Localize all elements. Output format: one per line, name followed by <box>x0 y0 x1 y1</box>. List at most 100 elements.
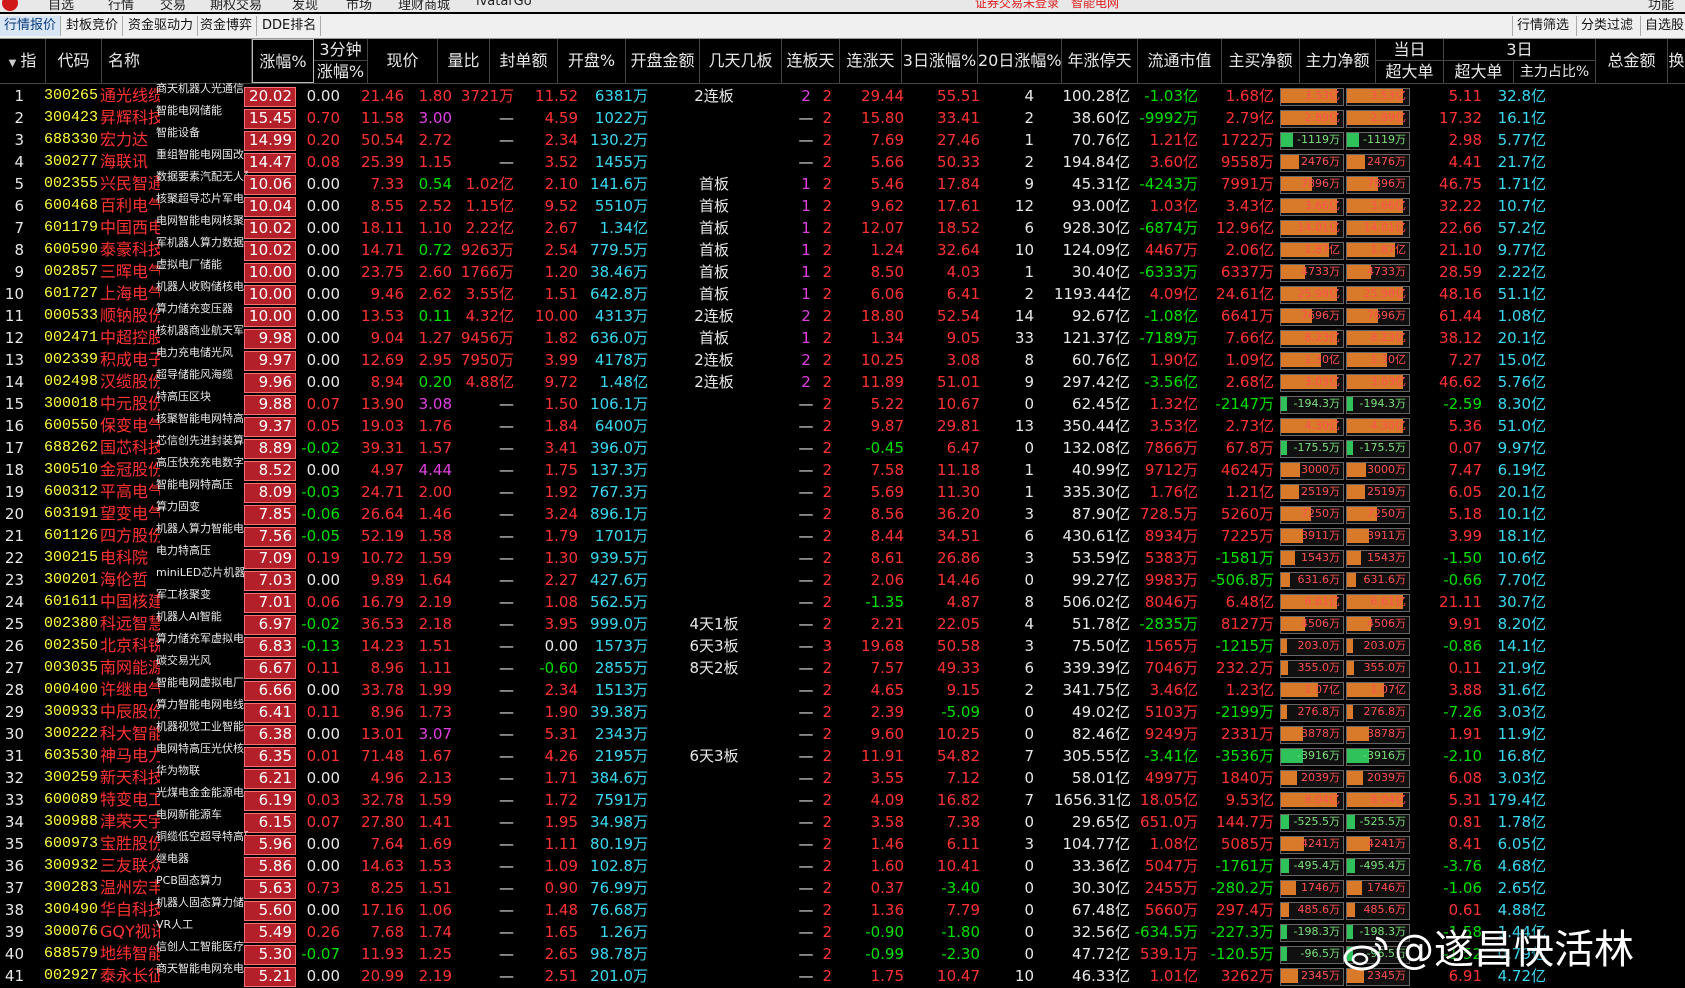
table-row[interactable]: 21 601126 四方股份 机器人算力智能电 7.56 -0.05 52.19 1.58 — 1… <box>0 522 1685 547</box>
stock-code[interactable]: 603191 <box>44 503 102 525</box>
header-3day-main-ratio[interactable]: 主力占比% <box>1514 61 1596 83</box>
stock-name[interactable]: 神马电力 <box>100 745 160 767</box>
stock-name[interactable]: 金冠股份 <box>100 459 160 481</box>
stock-code[interactable]: 601611 <box>44 591 102 613</box>
menu-item-zixuan[interactable]: 自选 <box>48 0 74 12</box>
tab-limit-bid[interactable]: 封板竞价 <box>62 16 124 36</box>
stock-code[interactable]: 300490 <box>44 899 102 921</box>
stock-code[interactable]: 688330 <box>44 129 102 151</box>
stock-name[interactable]: 中国西电 <box>100 217 160 239</box>
stock-name[interactable]: 国芯科技 <box>100 437 160 459</box>
table-row[interactable]: 34 300988 津荣天宇 电网新能源车 6.15 0.07 27.80 1.41 — 1.95… <box>0 808 1685 833</box>
table-row[interactable]: 18 300510 金冠股份 高压快充充电数字 8.52 0.00 4.97 4.44 — 1.7… <box>0 456 1685 481</box>
header-code[interactable]: 代码 <box>46 39 102 83</box>
stock-code[interactable]: 003035 <box>44 657 102 679</box>
table-row[interactable]: 10 601727 上海电气 机器人收购储核电 10.00 0.00 9.46 2.62 3.5… <box>0 280 1685 305</box>
stock-name[interactable]: 昇辉科技 <box>100 107 160 129</box>
menu-item-jiaoyi[interactable]: 交易 <box>160 0 186 12</box>
table-row[interactable]: 16 600550 保变电气 核聚智能电网特高 9.37 0.05 19.03 1.76 — 1.… <box>0 412 1685 437</box>
stock-code[interactable]: 300988 <box>44 811 102 833</box>
stock-code[interactable]: 002350 <box>44 635 102 657</box>
stock-name[interactable]: 电科院 <box>100 547 160 569</box>
table-row[interactable]: 31 603530 神马电力 电网特高压光伏核 6.35 0.01 71.48 1.67 — 4.… <box>0 742 1685 767</box>
stock-name[interactable]: 顺钠股份 <box>100 305 160 327</box>
stock-name[interactable]: GQY视讯 <box>100 921 160 943</box>
menu-item-discover[interactable]: 发现 <box>292 0 318 12</box>
stock-code[interactable]: 002471 <box>44 327 102 349</box>
stock-code[interactable]: 300076 <box>44 921 102 943</box>
table-row[interactable]: 12 002471 中超控股 核机器商业航天军 9.98 0.00 9.04 1.27 9456… <box>0 324 1685 349</box>
header-open-amount[interactable]: 开盘金额 <box>626 39 700 83</box>
stock-name[interactable]: 中辰股份 <box>100 701 160 723</box>
stock-name[interactable]: 海联讯 <box>100 151 160 173</box>
table-row[interactable]: 23 300201 海伦哲 miniLED芯片机器人 7.03 0.00 9.89 1.64 —… <box>0 566 1685 591</box>
stock-name[interactable]: 新天科技 <box>100 767 160 789</box>
header-seal-amount[interactable]: 封单额 <box>490 39 558 83</box>
stock-name[interactable]: 海伦哲 <box>100 569 160 591</box>
menu-item-hangqing[interactable]: 行情 <box>108 0 134 12</box>
stock-name[interactable]: 中超控股 <box>100 327 160 349</box>
stock-name[interactable]: 保变电气 <box>100 415 160 437</box>
stock-code[interactable]: 601727 <box>44 283 102 305</box>
stock-name[interactable]: 三友联众 <box>100 855 160 877</box>
table-row[interactable]: 33 600089 特变电工 光煤电金金能源电 6.19 0.03 32.78 1.59 — 1.… <box>0 786 1685 811</box>
header-days-boards[interactable]: 几天几板 <box>700 39 782 83</box>
header-3day-superlarge[interactable]: 超大单 <box>1444 61 1514 83</box>
tab-quotes[interactable]: 行情报价 <box>0 16 62 36</box>
header-year-limit-days[interactable]: 年涨停天 <box>1062 39 1138 83</box>
stock-name[interactable]: 四方股份 <box>100 525 160 547</box>
table-row[interactable]: 4 300277 海联讯 重组智能电网国改 14.47 0.08 25.39 1.15 — 3.5… <box>0 148 1685 173</box>
header-price[interactable]: 现价 <box>368 39 438 83</box>
table-row[interactable]: 19 600312 平高电气 智能电网特高压 8.09 -0.03 24.71 2.00 — 1.… <box>0 478 1685 503</box>
stock-name[interactable]: 泰豪科技 <box>100 239 160 261</box>
stock-code[interactable]: 002857 <box>44 261 102 283</box>
stock-name[interactable]: 科远智慧 <box>100 613 160 635</box>
stock-code[interactable]: 600550 <box>44 415 102 437</box>
table-row[interactable]: 9 002857 三晖电气 虚拟电厂储能 10.00 0.00 23.75 2.60 1766万… <box>0 258 1685 283</box>
stock-code[interactable]: 300933 <box>44 701 102 723</box>
header-consecutive-up[interactable]: 连涨天 <box>840 39 902 83</box>
table-row[interactable]: 22 300215 电科院 电力特高压 7.09 0.19 10.72 1.59 — 1.30 93… <box>0 544 1685 569</box>
stock-name[interactable]: 津荣天宇 <box>100 811 160 833</box>
header-consecutive-limit[interactable]: 连板天 <box>782 39 840 83</box>
header-change-pct[interactable]: 涨幅% <box>252 39 314 83</box>
table-row[interactable]: 5 002355兴民智通数据要素汽配无人驾驶10.06 0.00 7.33 0.54 1.… <box>0 170 1685 195</box>
menu-item-ivatargo[interactable]: ivatarGo <box>476 0 532 9</box>
stock-code[interactable]: 002380 <box>44 613 102 635</box>
stock-name[interactable]: 望变电气 <box>100 503 160 525</box>
menu-item-wealth-mall[interactable]: 理财商城 <box>398 0 450 12</box>
stock-code[interactable]: 601179 <box>44 217 102 239</box>
stock-code[interactable]: 601126 <box>44 525 102 547</box>
table-row[interactable]: 30 300222 科大智能 机器视觉工业智能 6.38 0.00 13.01 3.07 — 5.… <box>0 720 1685 745</box>
header-3day-change[interactable]: 3日涨幅% <box>902 39 978 83</box>
table-row[interactable]: 17 688262 国芯科技 芯信创先进封装算 8.89 -0.02 39.31 1.57 — 3… <box>0 434 1685 459</box>
watchlist-button[interactable]: 自选股 <box>1640 16 1685 36</box>
stock-code[interactable]: 300018 <box>44 393 102 415</box>
stock-name[interactable]: 三晖电气 <box>100 261 160 283</box>
table-row[interactable]: 13 002339 积成电子 电力充电储光风 9.97 0.00 12.69 2.95 7950… <box>0 346 1685 371</box>
table-row[interactable]: 3 688330 宏力达 智能设备 14.99 0.20 50.54 2.72 — 2.34 130… <box>0 126 1685 151</box>
stock-code[interactable]: 600468 <box>44 195 102 217</box>
table-row[interactable]: 6 600468 百利电气 核聚超导芯片军电 10.04 0.00 8.55 2.52 1.15… <box>0 192 1685 217</box>
stock-name[interactable]: 百利电气 <box>100 195 160 217</box>
stock-code[interactable]: 000400 <box>44 679 102 701</box>
table-row[interactable]: 11 000533 顺钠股份 算力储充变压器 10.00 0.00 13.53 0.11 4.3… <box>0 302 1685 327</box>
menu-item-functions[interactable]: 功能 <box>1648 0 1674 12</box>
category-filter-button[interactable]: 分类过滤 <box>1576 16 1637 36</box>
stock-code[interactable]: 002339 <box>44 349 102 371</box>
table-row[interactable]: 1 300265 通光线缆 商天机器人光通信 20.02 0.00 21.46 1.80 372… <box>0 82 1685 107</box>
stock-code[interactable]: 300510 <box>44 459 102 481</box>
table-row[interactable]: 37 300283 温州宏丰 PCB固态算力 5.63 0.73 8.25 1.51 — 0.90… <box>0 874 1685 899</box>
header-3min-bottom[interactable]: 涨幅% <box>314 61 368 83</box>
stock-code[interactable]: 600973 <box>44 833 102 855</box>
stock-name[interactable]: 华自科技 <box>100 899 160 921</box>
table-row[interactable]: 28 000400 许继电气 智能电网虚拟电厂 6.66 0.00 33.78 1.99 — 2.… <box>0 676 1685 701</box>
header-name[interactable]: 名称 <box>102 39 252 83</box>
table-row[interactable]: 29 300933 中辰股份 算力智能电网电线 6.41 0.11 8.96 1.73 — 1.9… <box>0 698 1685 723</box>
header-3min-top[interactable]: 3分钟 <box>314 39 368 61</box>
stock-code[interactable]: 688579 <box>44 943 102 965</box>
stock-name[interactable]: 积成电子 <box>100 349 160 371</box>
stock-name[interactable]: 科大智能 <box>100 723 160 745</box>
stock-name[interactable]: 兴民智通 <box>100 173 160 195</box>
header-total-amount[interactable]: 总金额 <box>1596 39 1668 83</box>
